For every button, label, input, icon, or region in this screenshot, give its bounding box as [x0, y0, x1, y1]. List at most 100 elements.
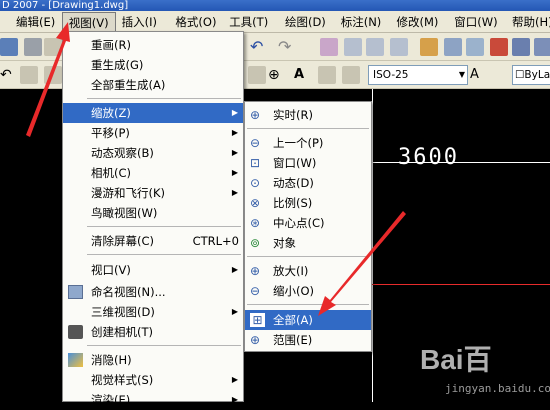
menu-pan[interactable]: 平移(P) ▶	[63, 123, 243, 143]
menu-clean-screen[interactable]: 清除屏幕(C) CTRL+0	[63, 231, 243, 251]
calculator-icon[interactable]	[534, 38, 550, 56]
separator	[87, 254, 241, 255]
menu-help[interactable]: 帮助(H)	[506, 12, 550, 32]
sheet-set-icon[interactable]	[490, 38, 508, 56]
tool-palette-icon[interactable]	[466, 38, 484, 56]
menu-viewports[interactable]: 视口(V) ▶	[63, 260, 243, 280]
zoom-object[interactable]: ⊚ 对象	[245, 233, 371, 253]
baidu-logo: Bai百	[420, 344, 492, 375]
view-menu: 重画(R) 重生成(G) 全部重生成(A) 缩放(Z) ▶ 平移(P) ▶ 动态观察…	[62, 31, 244, 407]
zoom-realtime-icon: ⊕	[250, 108, 261, 122]
zoom-window[interactable]: ⊡ 窗口(W)	[245, 153, 371, 173]
preview-icon[interactable]	[44, 38, 62, 56]
menu-orbit[interactable]: 动态观察(B) ▶	[63, 143, 243, 163]
submenu-arrow-icon: ▶	[231, 128, 238, 137]
separator	[247, 128, 369, 129]
menu-walk-fly[interactable]: 漫游和飞行(K) ▶	[63, 183, 243, 203]
submenu-arrow-icon: ▶	[231, 265, 238, 274]
chevron-down-icon: ▼	[458, 70, 465, 79]
markup-icon[interactable]	[512, 38, 530, 56]
menu-window[interactable]: 窗口(W)	[448, 12, 506, 32]
menu-render[interactable]: 渲染(E) ▶	[63, 390, 243, 410]
menu-visual-styles[interactable]: 视觉样式(S) ▶	[63, 370, 243, 390]
menu-regen[interactable]: 重生成(G)	[63, 55, 243, 75]
dimension-text: 3600	[398, 145, 459, 170]
separator	[247, 256, 369, 257]
zoom-in-icon: ⊕	[250, 264, 261, 278]
menu-camera[interactable]: 相机(C) ▶	[63, 163, 243, 183]
menu-insert[interactable]: 插入(I)	[116, 12, 170, 32]
submenu-arrow-icon: ▶	[231, 395, 238, 404]
hide-icon	[68, 353, 83, 367]
zoom-all[interactable]: ⊞ 全部(A)	[245, 310, 371, 330]
zoom-center[interactable]: ⊛ 中心点(C)	[245, 213, 371, 233]
multileader-style-icon[interactable]: A	[470, 66, 488, 84]
zoom-dynamic[interactable]: ⊙ 动态(D)	[245, 173, 371, 193]
camera-icon	[68, 325, 83, 339]
zoom-in[interactable]: ⊕ 放大(I)	[245, 261, 371, 281]
design-center-icon[interactable]	[444, 38, 462, 56]
menu-edit[interactable]: 编辑(E)	[0, 12, 62, 32]
red-line	[372, 284, 550, 285]
arc-tool-icon[interactable]: ↶	[0, 66, 18, 84]
named-view-icon	[68, 285, 83, 299]
menu-regen-all[interactable]: 全部重生成(A)	[63, 75, 243, 95]
canvas-line	[372, 89, 373, 402]
submenu-arrow-icon: ▶	[231, 108, 238, 117]
submenu-arrow-icon: ▶	[231, 375, 238, 384]
zoom-all-icon: ⊞	[250, 313, 265, 327]
menu-draw[interactable]: 绘图(D)	[279, 12, 335, 32]
window-titlebar: D 2007 - [Drawing1.dwg]	[0, 0, 550, 11]
menu-format[interactable]: 格式(O)	[169, 12, 223, 32]
submenu-arrow-icon: ▶	[231, 148, 238, 157]
menu-zoom[interactable]: 缩放(Z) ▶	[63, 103, 243, 123]
undo-icon[interactable]: ↶	[250, 38, 268, 56]
window-title: D 2007 - [Drawing1.dwg]	[2, 0, 129, 11]
pan-realtime-icon[interactable]	[344, 38, 362, 56]
menu-named-views[interactable]: 命名视图(N)...	[63, 282, 243, 302]
menu-dimension[interactable]: 标注(N)	[335, 12, 391, 32]
zoom-submenu: ⊕ 实时(R) ⊖ 上一个(P) ⊡ 窗口(W) ⊙ 动态(D) ⊗ 比例(S)…	[244, 101, 372, 352]
print-icon[interactable]	[24, 38, 42, 56]
menu-modify[interactable]: 修改(M)	[390, 12, 448, 32]
menu-view[interactable]: 视图(V)	[61, 11, 116, 32]
menu-redraw[interactable]: 重画(R)	[63, 35, 243, 55]
zoom-window-icon: ⊡	[250, 156, 261, 170]
zoom-extents[interactable]: ⊕ 范围(E)	[245, 330, 371, 350]
table-style-icon[interactable]	[342, 66, 360, 84]
zoom-out[interactable]: ⊖ 缩小(O)	[245, 281, 371, 301]
menu-hide[interactable]: 消隐(H)	[63, 350, 243, 370]
properties-icon[interactable]	[420, 38, 438, 56]
dimension-style-icon[interactable]	[318, 66, 336, 84]
layer-select[interactable]: ☐ByLa	[512, 65, 550, 85]
zoom-center-icon: ⊛	[250, 216, 261, 230]
menu-3d-views[interactable]: 三维视图(D) ▶	[63, 302, 243, 322]
save-icon[interactable]	[0, 38, 18, 56]
dimstyle-select[interactable]: ISO-25 ▼	[368, 65, 468, 85]
text-style-icon[interactable]: A	[294, 66, 312, 84]
zoom-object-icon: ⊚	[250, 236, 261, 250]
zoom-realtime-icon[interactable]	[366, 38, 384, 56]
watermark-url: jingyan.baidu.com	[445, 382, 550, 395]
zoom-out-icon: ⊖	[250, 284, 261, 298]
redo-icon[interactable]: ↷	[278, 38, 296, 56]
zoom-dynamic-icon: ⊙	[250, 176, 261, 190]
zoom-previous[interactable]: ⊖ 上一个(P)	[245, 133, 371, 153]
zoom-scale[interactable]: ⊗ 比例(S)	[245, 193, 371, 213]
submenu-arrow-icon: ▶	[231, 168, 238, 177]
center-mark-icon[interactable]: ⊕	[268, 66, 286, 84]
match-properties-icon[interactable]	[320, 38, 338, 56]
menu-tools[interactable]: 工具(T)	[223, 12, 279, 32]
checkbox-icon: ☐	[515, 69, 525, 81]
zoom-previous-icon: ⊖	[250, 136, 261, 150]
separator	[87, 98, 241, 99]
ucs-icon[interactable]	[20, 66, 38, 84]
menu-aerial-view[interactable]: 鸟瞰视图(W)	[63, 203, 243, 223]
zoom-realtime[interactable]: ⊕ 实时(R)	[245, 105, 371, 125]
separator	[87, 226, 241, 227]
tolerance-icon[interactable]	[248, 66, 266, 84]
dimension-icon[interactable]	[44, 66, 62, 84]
zoom-extents-icon: ⊕	[250, 333, 261, 347]
zoom-window-icon[interactable]	[390, 38, 408, 56]
menu-create-camera[interactable]: 创建相机(T)	[63, 322, 243, 342]
